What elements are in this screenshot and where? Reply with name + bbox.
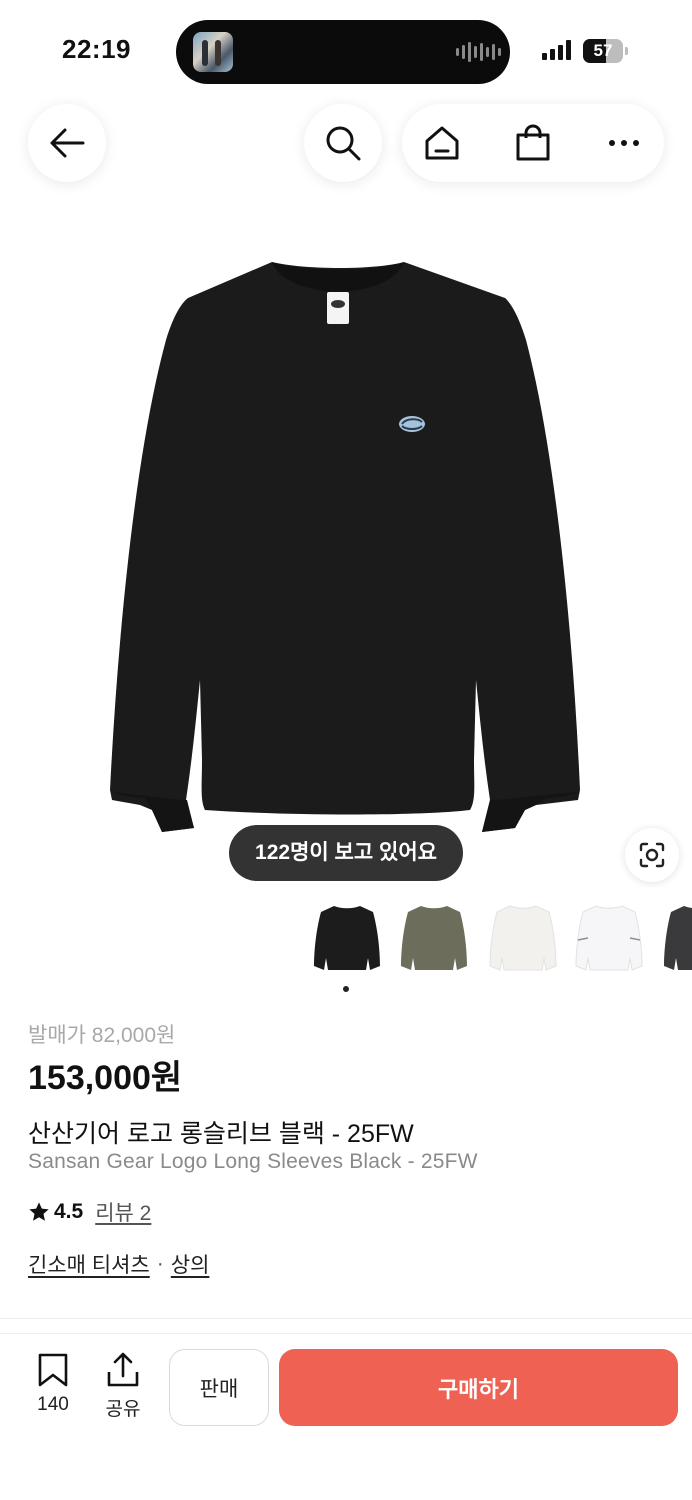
- shopping-bag-icon: [516, 124, 550, 161]
- sell-button[interactable]: 판매: [169, 1349, 269, 1426]
- battery-icon: 57: [583, 39, 623, 63]
- share-label: 공유: [105, 1399, 141, 1420]
- product-name-english: Sansan Gear Logo Long Sleeves Black - 25…: [28, 1150, 478, 1173]
- category-separator: ·: [156, 1252, 164, 1275]
- current-price: 153,000원: [28, 1059, 183, 1097]
- bookmark-icon: [38, 1353, 68, 1387]
- lens-icon: [639, 842, 665, 868]
- more-button[interactable]: [584, 104, 664, 182]
- viewers-count-badge: 122명이 보고 있어요: [229, 825, 463, 881]
- variant-thumbnail[interactable]: [660, 900, 692, 976]
- share-icon: [107, 1352, 139, 1387]
- now-playing-artwork: [193, 32, 233, 72]
- battery-percent: 57: [593, 41, 613, 60]
- rating-row: 4.5 리뷰 2: [28, 1197, 151, 1227]
- home-icon: [425, 126, 459, 160]
- back-arrow-icon: [50, 128, 85, 158]
- dynamic-island[interactable]: [176, 20, 510, 84]
- more-icon: [609, 140, 639, 146]
- selected-variant-indicator: [343, 986, 349, 992]
- long-sleeve-shirt-image: [110, 262, 580, 832]
- share-button[interactable]: 공유: [95, 1352, 151, 1421]
- product-main-image[interactable]: [0, 200, 692, 900]
- variant-thumbnail[interactable]: [397, 900, 471, 976]
- audio-waveform-icon: [456, 42, 501, 62]
- search-icon: [326, 126, 361, 161]
- visual-search-button[interactable]: [625, 828, 679, 882]
- status-bar: 22:19 57: [0, 0, 692, 100]
- bookmark-count: 140: [37, 1394, 69, 1415]
- product-name-korean: 산산기어 로고 롱슬리브 블랙 - 25FW: [28, 1120, 414, 1148]
- category-breadcrumb: 긴소매 티셔츠 · 상의: [28, 1249, 209, 1279]
- battery-tip: [625, 47, 628, 55]
- home-button[interactable]: [402, 104, 482, 182]
- review-link[interactable]: 리뷰 2: [95, 1197, 151, 1227]
- variant-thumbnail[interactable]: [310, 900, 384, 976]
- back-button[interactable]: [28, 104, 106, 182]
- color-variant-thumbnails: [310, 900, 692, 980]
- bottom-action-bar: 140 공유 판매 구매하기: [0, 1333, 692, 1500]
- rating-value: 4.5: [54, 1200, 84, 1223]
- variant-thumbnail[interactable]: [486, 900, 560, 976]
- star-icon: [29, 1202, 49, 1221]
- cellular-signal-icon: [542, 40, 571, 60]
- buy-button[interactable]: 구매하기: [279, 1349, 678, 1426]
- retail-price: 발매가 82,000원: [28, 1024, 176, 1047]
- cart-button[interactable]: [493, 104, 573, 182]
- category-link-tops[interactable]: 상의: [171, 1249, 210, 1279]
- variant-thumbnail[interactable]: [572, 900, 646, 976]
- status-time: 22:19: [62, 34, 131, 64]
- bookmark-button[interactable]: 140: [25, 1352, 81, 1416]
- section-divider: [0, 1318, 692, 1319]
- category-link-long-sleeve[interactable]: 긴소매 티셔츠: [28, 1249, 150, 1279]
- search-button[interactable]: [304, 104, 382, 182]
- nav-actions-pill: [402, 104, 664, 182]
